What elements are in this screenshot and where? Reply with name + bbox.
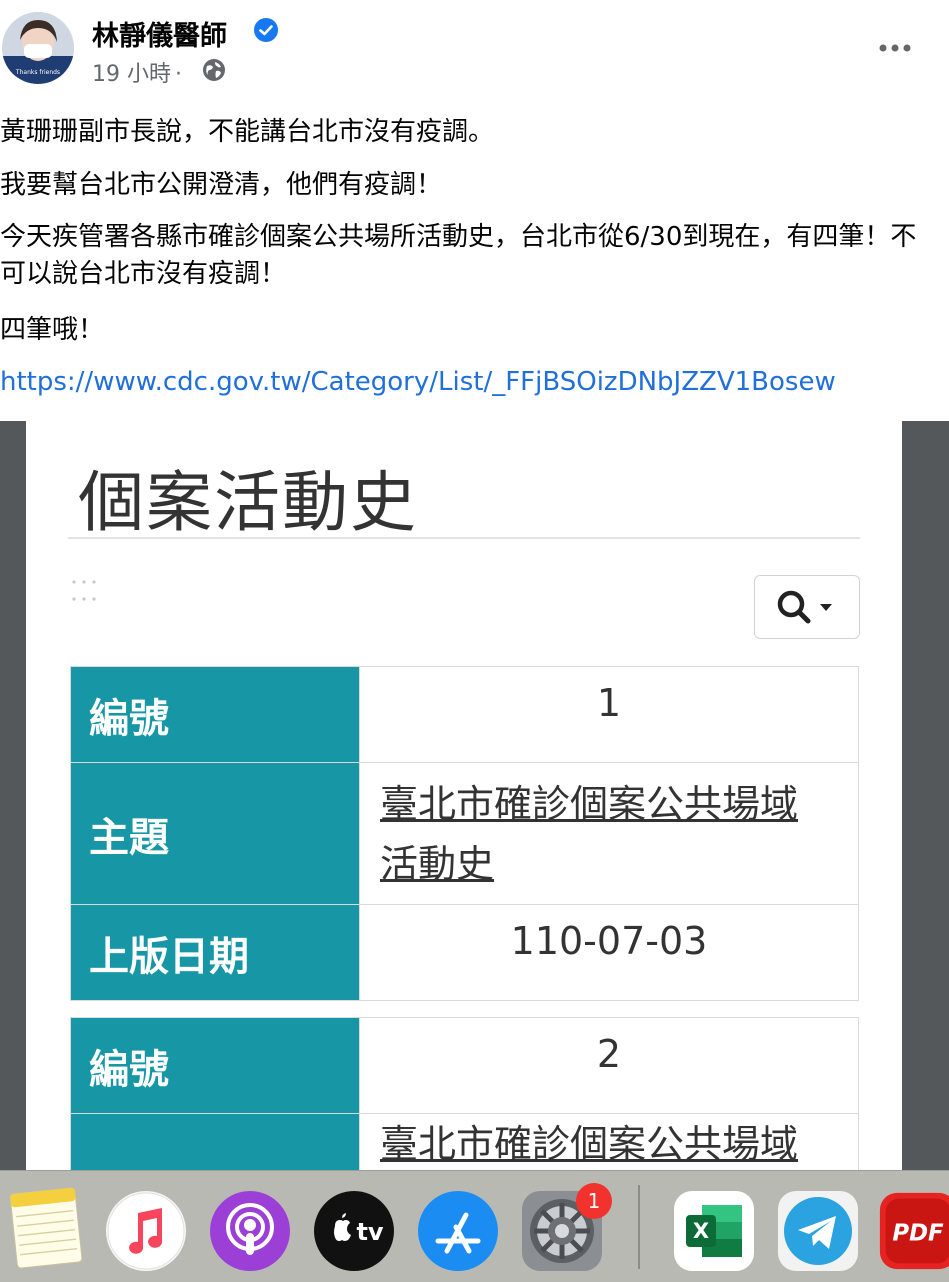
record-1-date-label: 上版日期 <box>70 904 360 1001</box>
dock-separator <box>638 1185 640 1269</box>
avatar-caption: Thanks friends <box>15 69 60 76</box>
record-2-topic-line-1[interactable]: 臺北市確診個案公共場域 <box>380 1122 798 1166</box>
record-1-topic-line-1[interactable]: 臺北市確診個案公共場域 <box>380 782 798 826</box>
search-dropdown-button[interactable] <box>754 575 860 639</box>
podcasts-icon[interactable] <box>208 1189 292 1273</box>
more-options-icon[interactable] <box>878 34 912 62</box>
image-left-border <box>0 421 26 1170</box>
post-meta: 19 小時 · <box>92 56 186 88</box>
music-icon[interactable] <box>104 1189 188 1273</box>
system-preferences-badge: 1 <box>576 1183 612 1219</box>
record-2-number-label: 編號 <box>70 1017 360 1114</box>
record-1-topic-link[interactable]: 臺北市確診個案公共場域 活動史 <box>359 762 859 905</box>
apple-tv-icon[interactable]: tv <box>312 1189 396 1273</box>
record-table-1: 編號 1 主題 臺北市確診個案公共場域 活動史 上版日期 110-07-03 <box>70 666 859 1001</box>
record-1-topic-line-2[interactable]: 活動史 <box>380 842 494 886</box>
post-image[interactable]: 個案活動史 編號 1 主題 臺北市確診個案公共場域 活動史 上版日期 110-0… <box>0 421 949 1170</box>
pdf-label: PDF <box>892 1221 944 1247</box>
page-title: 個案活動史 <box>78 464 418 541</box>
pdf-icon[interactable]: PDF <box>878 1189 949 1273</box>
telegram-icon[interactable] <box>776 1189 860 1273</box>
author-name[interactable]: 林靜儀醫師 <box>92 14 227 53</box>
app-store-icon[interactable] <box>416 1189 500 1273</box>
record-1-number-label: 編號 <box>70 666 360 763</box>
record-2-topic-link[interactable]: 臺北市確診個案公共場域 <box>359 1113 859 1170</box>
post-timestamp[interactable]: 19 小時 <box>92 62 171 87</box>
record-1-topic-label: 主題 <box>70 762 360 905</box>
post-link[interactable]: https://www.cdc.gov.tw/Category/List/_FF… <box>0 364 836 401</box>
macos-dock: tv 1 X PDF <box>0 1170 949 1282</box>
search-icon <box>777 590 832 624</box>
post-paragraph-4: 四筆哦！ <box>0 315 105 345</box>
title-divider <box>68 537 860 539</box>
grip-dots-icon <box>72 580 96 601</box>
post-paragraph-1: 黃珊珊副市長說，不能講台北市沒有疫調。 <box>0 117 495 147</box>
post-header: Thanks friends 林靜儀醫師 19 小時 · <box>0 0 949 100</box>
record-1-number-value: 1 <box>359 666 859 763</box>
author-avatar[interactable]: Thanks friends <box>2 12 74 84</box>
post-paragraph-3: 今天疾管署各縣市確診個案公共場所活動史，台北市從6/30到現在，有四筆！不可以說… <box>0 222 917 289</box>
apple-tv-label: tv <box>356 1218 383 1246</box>
record-1-date-value: 110-07-03 <box>359 904 859 1001</box>
record-2-number-value: 2 <box>359 1017 859 1114</box>
globe-icon[interactable] <box>202 58 226 82</box>
verified-badge-icon <box>254 18 278 42</box>
meta-separator: · <box>175 62 182 87</box>
record-2-topic-label <box>70 1113 360 1170</box>
cdc-page: 個案活動史 編號 1 主題 臺北市確診個案公共場域 活動史 上版日期 110-0… <box>26 421 902 1170</box>
excel-letter: X <box>693 1219 709 1243</box>
image-right-border <box>902 421 949 1170</box>
record-table-2: 編號 2 臺北市確診個案公共場域 <box>70 1017 859 1170</box>
excel-icon[interactable]: X <box>672 1189 756 1273</box>
avatar-image: Thanks friends <box>2 12 74 84</box>
notes-icon[interactable] <box>4 1185 88 1269</box>
post-paragraph-2: 我要幫台北市公開澄清，他們有疫調！ <box>0 170 443 200</box>
